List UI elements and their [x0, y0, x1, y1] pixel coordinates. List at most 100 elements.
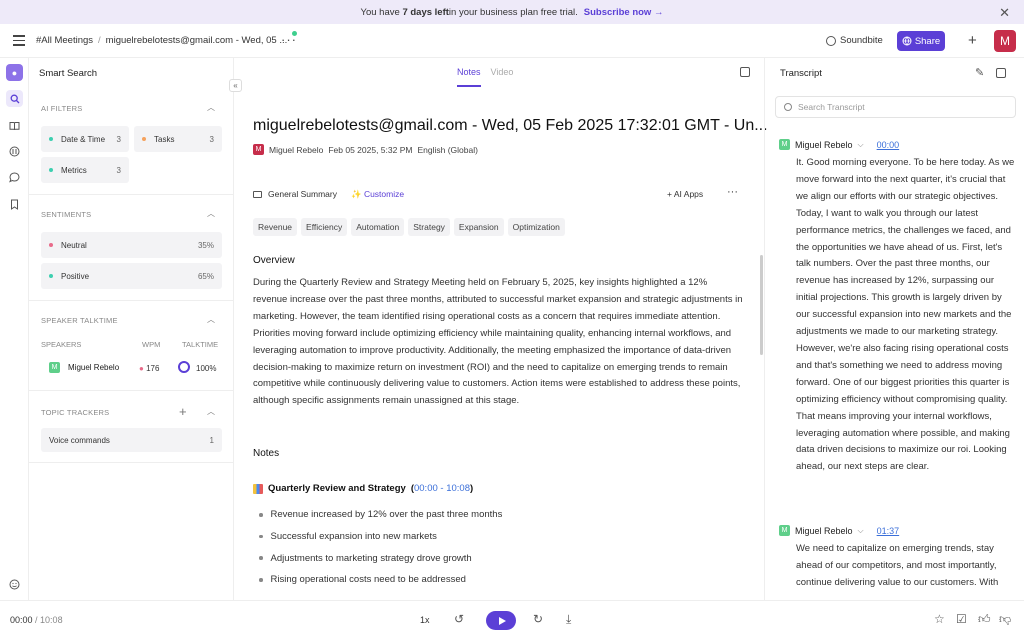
ai-apps-button[interactable]: + AI Apps — [667, 189, 703, 199]
filter-metrics[interactable]: Metrics 3 — [41, 157, 129, 183]
transcript-text: We need to capitalize on emerging trends… — [796, 543, 999, 588]
edit-icon[interactable]: ✎ — [975, 66, 984, 79]
soundbite-label: Soundbite — [840, 35, 883, 46]
fullscreen-icon[interactable] — [740, 67, 750, 77]
add-topic-icon[interactable]: + — [179, 404, 187, 419]
filter-label: Metrics — [61, 165, 87, 175]
sentiment-dot — [49, 274, 53, 278]
chevron-up-icon[interactable]: ︿ — [207, 102, 215, 113]
sentiments-heading: SENTIMENTS — [41, 210, 92, 219]
play-button[interactable] — [486, 611, 516, 630]
speaker-avatar: M — [779, 139, 790, 150]
transcript-speaker: M Miguel Rebelo ⌵ 01:37 — [779, 525, 899, 536]
apps-icon[interactable] — [6, 143, 23, 160]
timestamp-link[interactable]: 00:00 — [877, 140, 900, 150]
hamburger-menu-icon[interactable] — [13, 35, 25, 46]
breadcrumb-separator: / — [98, 35, 101, 46]
smart-search-panel: Smart Search AI FILTERS ︿ Date & Time 3 T… — [29, 58, 234, 600]
breadcrumb-meeting: miguelrebelotests@gmail.com - Wed, 05 ..… — [105, 35, 288, 46]
trial-text-post: in your business plan free trial. — [448, 6, 578, 18]
section-range[interactable]: (00:00 - 10:08) — [411, 483, 473, 494]
scrollbar[interactable] — [760, 255, 763, 355]
app-logo-icon[interactable]: ● — [6, 64, 23, 81]
transcript-search-input[interactable]: Search Transcript — [775, 96, 1016, 118]
customize-button[interactable]: ✨ Customize — [351, 189, 404, 200]
chevron-up-icon[interactable]: ︿ — [207, 406, 215, 417]
filter-count: 3 — [116, 165, 121, 175]
player-bar: 00:00 / 10:08 1x ↺ ↻ ⤓ ☆ ☑ 👍︎ 👎︎ — [0, 600, 1024, 640]
share-button[interactable]: Share — [897, 31, 945, 51]
sentiment-label: Positive — [61, 271, 90, 281]
forward-icon[interactable]: ↻ — [533, 612, 543, 626]
list-item: Revenue increased by 12% over the past t… — [259, 504, 503, 526]
talktime-ring-icon — [178, 361, 190, 373]
more-options-icon[interactable]: ··· — [727, 186, 738, 198]
timestamp-link[interactable]: 01:37 — [877, 526, 900, 536]
search-icon — [784, 103, 792, 111]
speaker-row[interactable]: M Miguel Rebelo — [49, 362, 119, 373]
list-item: Successful expansion into new markets — [259, 526, 502, 548]
chevron-up-icon[interactable]: ︿ — [207, 314, 215, 325]
filter-tasks[interactable]: Tasks 3 — [134, 126, 222, 152]
col-wpm: WPM — [142, 340, 161, 349]
notes-section-title: Quarterly Review and Strategy (00:00 - 1… — [253, 483, 473, 494]
thumbs-down-icon[interactable]: 👎︎ — [999, 612, 1011, 627]
close-icon[interactable]: ✕ — [999, 5, 1010, 21]
transcript-text: It. Good morning everyone. To be here to… — [796, 157, 1015, 473]
speaker-name[interactable]: Miguel Rebelo — [795, 526, 853, 536]
tag[interactable]: Optimization — [507, 218, 565, 236]
tag[interactable]: Strategy — [408, 218, 450, 236]
summary-template-selector[interactable]: General Summary — [253, 189, 337, 199]
bookmark-icon[interactable] — [6, 196, 23, 213]
filter-count: 3 — [116, 134, 121, 144]
play-icon — [498, 616, 506, 625]
add-icon[interactable]: + — [968, 32, 977, 49]
chat-icon[interactable] — [6, 169, 23, 186]
chevron-up-icon[interactable]: ︿ — [207, 208, 215, 219]
sentiment-value: 65% — [197, 271, 214, 281]
chevron-down-icon[interactable]: ⌵ — [858, 140, 864, 150]
tag[interactable]: Automation — [351, 218, 405, 236]
star-icon[interactable]: ☆ — [934, 612, 945, 626]
fullscreen-icon[interactable] — [996, 68, 1006, 78]
tag[interactable]: Efficiency — [301, 218, 348, 236]
speaker-avatar: M — [779, 525, 790, 536]
filter-count: 3 — [209, 134, 214, 144]
thumbs-up-icon[interactable]: 👍︎ — [978, 612, 991, 627]
checklist-icon[interactable]: ☑ — [956, 612, 967, 626]
sentiment-neutral[interactable]: Neutral 35% — [41, 232, 222, 258]
trial-days-left: 7 days left — [402, 6, 449, 18]
rewind-icon[interactable]: ↺ — [454, 612, 464, 626]
speaker-name[interactable]: Miguel Rebelo — [795, 140, 853, 150]
soundbite-icon — [826, 35, 836, 46]
speaker-wpm: ● 176 — [139, 364, 160, 373]
tag[interactable]: Revenue — [253, 218, 298, 236]
chevron-down-icon[interactable]: ⌵ — [858, 526, 864, 536]
user-avatar[interactable]: M — [994, 30, 1016, 52]
col-speakers: SPEAKERS — [41, 340, 82, 349]
book-icon[interactable] — [6, 117, 23, 134]
sentiment-value: 35% — [197, 240, 214, 250]
tab-notes[interactable]: Notes — [457, 67, 481, 87]
filter-dot — [49, 168, 53, 172]
overview-text: During the Quarterly Review and Strategy… — [253, 277, 743, 407]
author-avatar: M — [253, 144, 264, 155]
divider — [29, 194, 234, 195]
topic-voice-commands[interactable]: Voice commands 1 — [41, 428, 222, 452]
sentiment-positive[interactable]: Positive 65% — [41, 263, 222, 289]
breadcrumb-all-meetings[interactable]: #All Meetings — [36, 35, 93, 46]
tab-video[interactable]: Video — [491, 67, 514, 87]
soundbite-button[interactable]: Soundbite — [826, 35, 883, 46]
subscribe-link[interactable]: Subscribe now → — [584, 7, 664, 18]
notes-heading: Notes — [253, 448, 280, 459]
download-icon[interactable]: ⤓ — [566, 612, 571, 627]
filter-date-time[interactable]: Date & Time 3 — [41, 126, 129, 152]
tag[interactable]: Expansion — [453, 218, 504, 236]
filter-label: Date & Time — [61, 134, 106, 144]
playback-speed-button[interactable]: 1x — [420, 615, 430, 625]
divider — [29, 390, 234, 391]
search-icon[interactable] — [6, 90, 23, 107]
globe-icon — [902, 36, 912, 46]
share-label: Share — [914, 35, 941, 47]
smiley-icon[interactable] — [6, 576, 23, 593]
